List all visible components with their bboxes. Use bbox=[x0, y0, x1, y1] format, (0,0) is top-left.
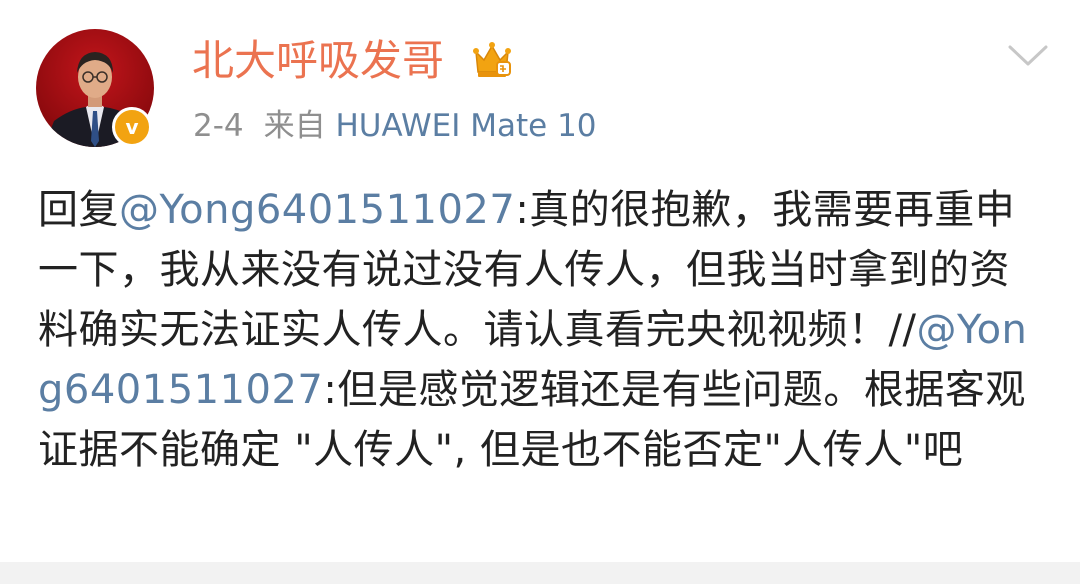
post-body: 回复@Yong6401511027:真的很抱歉，我需要再重申一下，我从来没有说过… bbox=[38, 180, 1044, 480]
source-prefix: 来自 bbox=[263, 108, 326, 144]
post-meta: 2-4 来自 HUAWEI Mate 10 bbox=[193, 104, 597, 148]
crown-icon[interactable] bbox=[470, 38, 514, 82]
verified-badge-icon: v bbox=[112, 107, 152, 147]
mention-link[interactable]: @Yong6401511027 bbox=[119, 187, 515, 233]
chevron-down-icon[interactable] bbox=[1004, 40, 1052, 70]
reply-prefix: 回复 bbox=[38, 187, 119, 233]
weibo-post: v 北大呼吸发哥 2-4 来自 HUAWEI Mate 10 回复@Yong640… bbox=[0, 0, 1080, 584]
bottom-divider bbox=[0, 562, 1080, 584]
post-date: 2-4 bbox=[193, 108, 244, 144]
source-device-link[interactable]: HUAWEI Mate 10 bbox=[336, 108, 597, 144]
author-name[interactable]: 北大呼吸发哥 bbox=[192, 31, 444, 91]
